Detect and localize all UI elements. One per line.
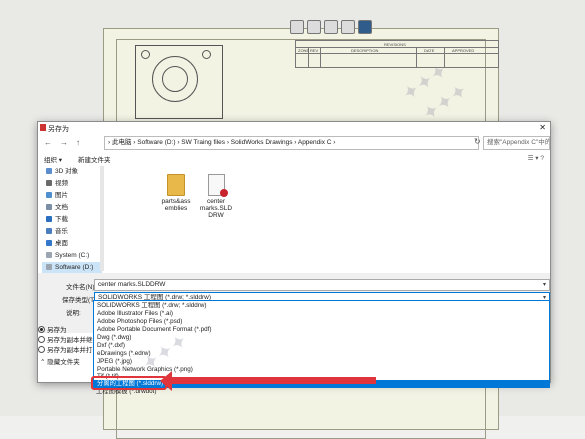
- sidebar-item-documents[interactable]: 文档: [46, 202, 68, 213]
- sidebar-item-label: 文档: [55, 204, 68, 211]
- sidebar-item-pictures[interactable]: 图片: [46, 190, 68, 201]
- sidebar-item-music[interactable]: 音乐: [46, 226, 68, 237]
- view-options-icon[interactable]: ☰ ▾ ?: [528, 154, 544, 162]
- solidworks-icon: [40, 124, 46, 131]
- zoom-icon[interactable]: [290, 20, 304, 34]
- sidebar-item-desktop[interactable]: 桌面: [46, 238, 68, 249]
- sidebar-item-label: 图片: [55, 192, 68, 199]
- navigation-pane: 3D 对象 视频 图片 文档 下载 音乐 桌面 System (C:) Soft…: [42, 166, 102, 273]
- close-button[interactable]: ✕: [539, 123, 546, 132]
- file-name-line: DRW: [208, 212, 224, 219]
- revision-table: REVISIONS ZONE REV DESCRIPTION DATE APPR…: [295, 40, 499, 68]
- filetype-option[interactable]: Adobe Illustrator Files (*.ai): [97, 310, 173, 318]
- radio-label: 另存为: [47, 327, 67, 334]
- highlight-callout-box: [91, 376, 167, 390]
- filetype-option[interactable]: SOLIDWORKS 工程图 (*.drw; *.slddrw): [97, 302, 207, 310]
- radio-save-copy-continue[interactable]: 另存为副本并继续: [38, 334, 99, 344]
- search-input[interactable]: 搜索"Appendix C"中的文...: [483, 136, 550, 150]
- radio-icon: [38, 346, 45, 353]
- desktop-icon: [46, 240, 52, 246]
- filetype-option[interactable]: Adobe Portable Document Format (*.pdf): [97, 326, 211, 334]
- radio-save-copy-open[interactable]: 另存为副本并打开: [38, 344, 99, 354]
- rev-header-rev: REV: [310, 48, 319, 53]
- sidebar-item-label: System (C:): [55, 252, 90, 259]
- part-drawing-view: [135, 45, 223, 119]
- dialog-titlebar[interactable]: 另存为 ✕: [38, 122, 550, 134]
- sidebar-item-videos[interactable]: 视频: [46, 178, 68, 189]
- organize-button[interactable]: 组织 ▾: [44, 154, 62, 164]
- music-icon: [46, 228, 52, 234]
- file-name-line: emblies: [164, 205, 188, 212]
- rev-header-zone: ZONE: [298, 48, 310, 53]
- picture-icon: [46, 192, 52, 198]
- display-icon[interactable]: [341, 20, 355, 34]
- document-icon: [46, 204, 52, 210]
- dialog-title: 另存为: [48, 126, 69, 133]
- back-arrow-icon[interactable]: ←: [44, 138, 52, 147]
- filetype-option[interactable]: JPEG (*.jpg): [97, 358, 132, 366]
- filename-value: center marks.SLDDRW: [98, 281, 166, 288]
- radio-label: 另存为副本并打开: [47, 347, 99, 354]
- pan-icon[interactable]: [307, 20, 321, 34]
- up-arrow-icon[interactable]: ↑: [76, 138, 80, 147]
- filetype-option[interactable]: Dwg (*.dwg): [97, 334, 131, 342]
- new-folder-button[interactable]: 新建文件夹: [78, 154, 111, 164]
- folder-icon: [167, 174, 185, 196]
- radio-selected-icon: [38, 326, 45, 333]
- folder-item[interactable]: parts&ass emblies: [156, 174, 196, 212]
- filetype-option[interactable]: Adobe Photoshop Files (*.psd): [97, 318, 182, 326]
- address-bar[interactable]: › 此电脑 › Software (D:) › SW Traing files …: [104, 136, 479, 150]
- sidebar-item-label: 视频: [55, 180, 68, 187]
- filetype-option[interactable]: Dxf (*.dxf): [97, 342, 125, 350]
- sidebar-item-label: Software (D:): [55, 264, 94, 271]
- file-name-line: marks.SLD: [199, 205, 233, 212]
- drive-icon: [46, 252, 52, 258]
- sidebar-item-label: 音乐: [55, 228, 68, 235]
- radio-icon: [38, 336, 45, 343]
- sidebar-item-system-c[interactable]: System (C:): [46, 250, 89, 261]
- rev-header-date: DATE: [424, 48, 435, 53]
- sidebar-item-3d-objects[interactable]: 3D 对象: [46, 166, 78, 177]
- command-bar: 组织 ▾ 新建文件夹 ☰ ▾ ?: [38, 151, 550, 165]
- description-label: 说明:: [66, 310, 81, 317]
- download-icon: [46, 216, 52, 222]
- view-toolbar: [290, 20, 372, 34]
- chevron-down-icon: ▾: [542, 282, 546, 288]
- settings-icon[interactable]: [358, 20, 372, 34]
- radio-save-as[interactable]: 另存为: [38, 324, 67, 334]
- refresh-icon[interactable]: ↻: [474, 137, 481, 146]
- arrow-left-icon: [160, 371, 172, 391]
- sidebar-item-label: 下载: [55, 216, 68, 223]
- sidebar-item-label: 3D 对象: [55, 168, 79, 175]
- sidebar-item-label: 桌面: [55, 240, 68, 247]
- rev-header-description: DESCRIPTION: [351, 48, 379, 53]
- forward-arrow-icon[interactable]: →: [60, 138, 68, 147]
- hide-folders-label: 隐藏文件夹: [47, 359, 80, 366]
- filename-input[interactable]: center marks.SLDDRW ▾: [94, 279, 550, 291]
- callout-arrow: [166, 377, 376, 384]
- file-name-line: center: [206, 198, 226, 205]
- cube-icon: [46, 168, 52, 174]
- video-icon: [46, 180, 52, 186]
- drive-icon: [46, 264, 52, 270]
- sidebar-item-downloads[interactable]: 下载: [46, 214, 68, 225]
- address-row: ← → ↑ › 此电脑 › Software (D:) › SW Traing …: [38, 134, 550, 151]
- file-list: parts&ass emblies center marks.SLD DRW: [104, 166, 549, 273]
- file-item[interactable]: center marks.SLD DRW: [196, 174, 236, 219]
- radio-label: 另存为副本并继续: [47, 337, 99, 344]
- sidebar-item-software-d[interactable]: Software (D:): [42, 262, 102, 273]
- hide-folders-toggle[interactable]: ⌃ 隐藏文件夹: [40, 356, 80, 366]
- file-name-line: parts&ass: [161, 198, 191, 205]
- filename-label: 文件名(N):: [66, 284, 97, 291]
- slddrw-file-icon: [207, 174, 228, 197]
- rotate-icon[interactable]: [324, 20, 338, 34]
- rev-header-approved: APPROVED: [452, 48, 475, 53]
